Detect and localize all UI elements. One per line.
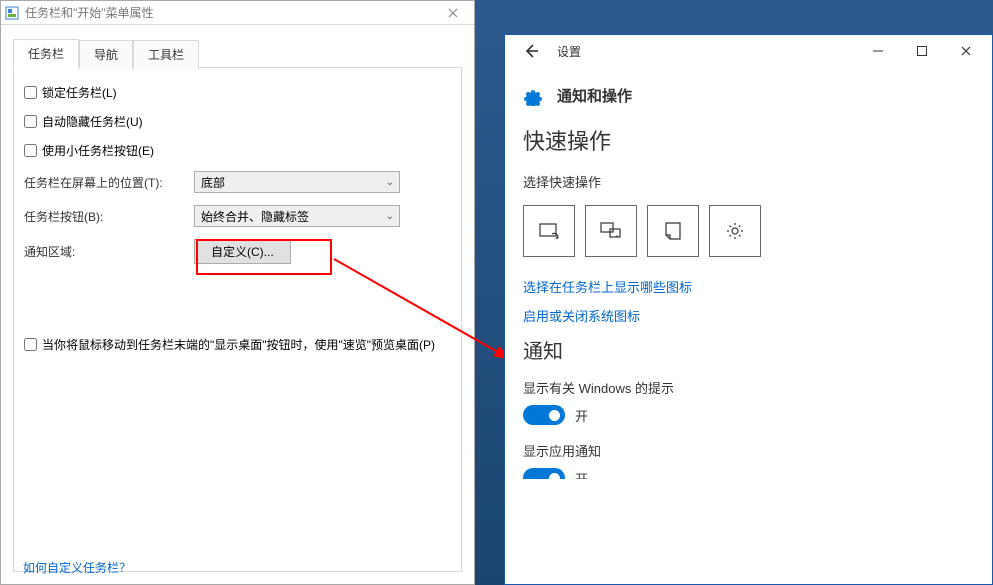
buttons-dropdown[interactable]: 始终合并、隐藏标签 ⌄ xyxy=(194,205,400,227)
quick-action-tiles xyxy=(523,205,974,257)
toggle-tips: 开 xyxy=(523,405,974,425)
buttons-value: 始终合并、隐藏标签 xyxy=(201,208,309,225)
position-dropdown[interactable]: 底部 ⌄ xyxy=(194,171,400,193)
lock-taskbar-row: 锁定任务栏(L) xyxy=(24,84,451,101)
close-button[interactable] xyxy=(944,37,988,65)
tab-content: 锁定任务栏(L) 自动隐藏任务栏(U) 使用小任务栏按钮(E) 任务栏在屏幕上的… xyxy=(13,67,462,572)
settings-body: 通知和操作 快速操作 选择快速操作 选择在任务栏上显示哪些图标 启用或关闭系统图… xyxy=(505,67,992,514)
titlebar: 任务栏和"开始"菜单属性 xyxy=(1,1,474,25)
tab-navigation[interactable]: 导航 xyxy=(79,40,133,69)
notify-area-label: 通知区域: xyxy=(24,243,194,260)
quick-actions-heading: 快速操作 xyxy=(523,124,974,156)
toggle-tips-label: 显示有关 Windows 的提示 xyxy=(523,378,974,397)
position-row: 任务栏在屏幕上的位置(T): 底部 ⌄ xyxy=(24,171,451,193)
window-title: 任务栏和"开始"菜单属性 xyxy=(25,4,432,21)
chevron-down-icon: ⌄ xyxy=(386,211,394,222)
tile-connect[interactable] xyxy=(585,205,637,257)
tab-strip: 任务栏 导航 工具栏 xyxy=(1,25,474,68)
back-button[interactable] xyxy=(517,37,545,65)
buttons-label: 任务栏按钮(B): xyxy=(24,208,194,225)
settings-window-title: 设置 xyxy=(557,43,856,60)
settings-window: 设置 通知和操作 快速操作 选择快速操作 xyxy=(504,34,993,585)
peek-checkbox[interactable] xyxy=(24,338,37,351)
app-icon xyxy=(5,6,19,20)
tab-taskbar[interactable]: 任务栏 xyxy=(13,39,79,68)
toggle-apps: 开 xyxy=(523,468,974,488)
notify-area-row: 通知区域: 自定义(C)... xyxy=(24,239,451,264)
lock-taskbar-label: 锁定任务栏(L) xyxy=(42,84,117,101)
toggle-tips-switch[interactable] xyxy=(523,405,565,425)
minimize-button[interactable] xyxy=(856,37,900,65)
close-button[interactable] xyxy=(432,1,474,24)
tab-toolbars[interactable]: 工具栏 xyxy=(133,40,199,69)
autohide-row: 自动隐藏任务栏(U) xyxy=(24,113,451,130)
help-link[interactable]: 如何自定义任务栏？ xyxy=(23,561,131,575)
tile-note[interactable] xyxy=(647,205,699,257)
link-system-icons[interactable]: 启用或关闭系统图标 xyxy=(523,306,974,325)
chevron-down-icon: ⌄ xyxy=(386,177,394,188)
settings-header-text: 通知和操作 xyxy=(557,85,632,106)
peek-row: 当你将鼠标移动到任务栏末端的"显示桌面"按钮时，使用"速览"预览桌面(P) xyxy=(24,336,451,353)
toggle-apps-row: 显示应用通知 开 xyxy=(523,441,974,488)
small-buttons-row: 使用小任务栏按钮(E) xyxy=(24,142,451,159)
lock-taskbar-checkbox[interactable] xyxy=(24,86,37,99)
taskbar-properties-window: 任务栏和"开始"菜单属性 任务栏 导航 工具栏 锁定任务栏(L) 自动隐藏任务栏… xyxy=(0,0,475,585)
autohide-label: 自动隐藏任务栏(U) xyxy=(42,113,143,130)
toggle-apps-label: 显示应用通知 xyxy=(523,441,974,460)
tile-all-settings[interactable] xyxy=(709,205,761,257)
toggle-apps-text: 开 xyxy=(575,469,588,488)
settings-titlebar: 设置 xyxy=(505,35,992,67)
peek-label: 当你将鼠标移动到任务栏末端的"显示桌面"按钮时，使用"速览"预览桌面(P) xyxy=(42,336,435,353)
window-buttons xyxy=(856,37,988,65)
maximize-button[interactable] xyxy=(900,37,944,65)
autohide-checkbox[interactable] xyxy=(24,115,37,128)
settings-header: 通知和操作 xyxy=(523,77,974,124)
notifications-heading: 通知 xyxy=(523,335,974,364)
toggle-tips-row: 显示有关 Windows 的提示 开 xyxy=(523,378,974,425)
small-buttons-label: 使用小任务栏按钮(E) xyxy=(42,142,154,159)
position-label: 任务栏在屏幕上的位置(T): xyxy=(24,174,194,191)
toggle-tips-text: 开 xyxy=(575,406,588,425)
customize-button[interactable]: 自定义(C)... xyxy=(194,239,291,264)
link-taskbar-icons[interactable]: 选择在任务栏上显示哪些图标 xyxy=(523,277,974,296)
gear-icon xyxy=(523,86,543,106)
small-buttons-checkbox[interactable] xyxy=(24,144,37,157)
toggle-apps-switch[interactable] xyxy=(523,468,565,488)
buttons-row: 任务栏按钮(B): 始终合并、隐藏标签 ⌄ xyxy=(24,205,451,227)
position-value: 底部 xyxy=(201,174,225,191)
quick-actions-sub: 选择快速操作 xyxy=(523,172,974,191)
tile-tablet-mode[interactable] xyxy=(523,205,575,257)
